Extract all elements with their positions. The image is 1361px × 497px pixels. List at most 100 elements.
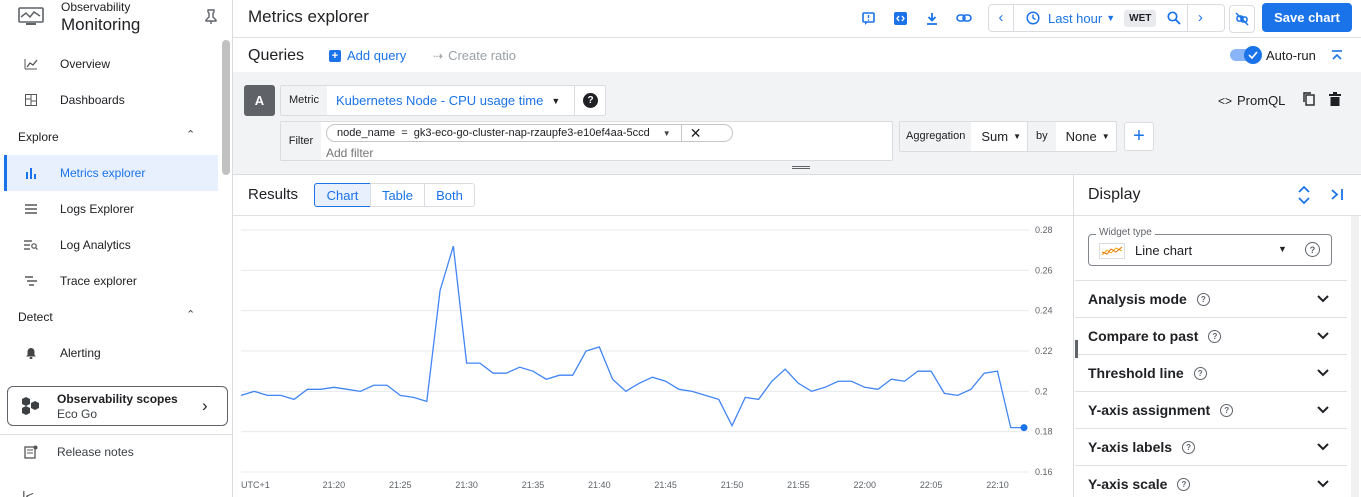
chevron-left-icon[interactable]: ‹ <box>989 5 1014 31</box>
aggregation-select[interactable]: Sum ▼ <box>981 129 1021 144</box>
widget-type-select[interactable]: Widget type Line chart ▼ ? <box>1088 227 1332 266</box>
divider <box>0 434 232 435</box>
x-tick-label: 21:55 <box>787 480 810 490</box>
add-query-button[interactable]: + Add query <box>329 48 406 63</box>
chevron-down-icon <box>1317 403 1329 417</box>
aggregation-group: Aggregation Sum ▼ by None ▼ <box>899 121 1117 152</box>
section-y-axis-assignment[interactable]: Y-axis assignment? <box>1075 392 1347 429</box>
chevron-down-icon <box>1317 329 1329 343</box>
help-outline-icon[interactable]: ? <box>1196 292 1210 306</box>
y-tick-label: 0.2 <box>1035 386 1048 396</box>
sidebar-item-log-analytics[interactable]: Log Analytics <box>4 227 218 263</box>
panel-resize-handle[interactable] <box>1075 340 1078 358</box>
display-title: Display <box>1088 186 1141 203</box>
chevron-down-icon <box>1317 366 1329 380</box>
y-tick-label: 0.18 <box>1035 427 1053 437</box>
filter-box[interactable]: Filter node_name = gk3-eco-go-cluster-na… <box>280 121 893 161</box>
filter-label: Filter <box>281 122 321 160</box>
section-y-axis-scale[interactable]: Y-axis scale? <box>1075 466 1347 497</box>
auto-run-toggle[interactable] <box>1230 46 1263 64</box>
sidebar-scrollbar[interactable] <box>222 40 230 175</box>
chip-divider <box>680 125 682 141</box>
metric-help-divider <box>574 86 575 115</box>
time-range-select[interactable]: Last hour ▼ <box>1048 11 1115 26</box>
link-icon[interactable] <box>955 9 973 27</box>
help-outline-icon[interactable]: ? <box>1208 329 1222 343</box>
bell-icon <box>24 346 38 360</box>
metric-selector[interactable]: Metric Kubernetes Node - CPU usage time … <box>280 85 606 116</box>
sidebar-item-alerting[interactable]: Alerting <box>4 335 218 371</box>
section-threshold-line[interactable]: Threshold line? <box>1075 355 1347 392</box>
query-letter-badge[interactable]: A <box>244 85 275 116</box>
zoom-icon[interactable] <box>1167 11 1182 25</box>
search-list-icon <box>24 238 38 252</box>
section-compare-to-past[interactable]: Compare to past? <box>1075 318 1347 355</box>
section-label: Threshold line <box>1088 365 1184 381</box>
delete-icon[interactable] <box>1329 92 1341 106</box>
help-outline-icon[interactable]: ? <box>1305 242 1320 257</box>
close-icon[interactable]: ✕ <box>690 125 702 142</box>
create-ratio-button[interactable]: ⇢ Create ratio <box>433 48 516 63</box>
sidebar-item-overview[interactable]: Overview <box>4 46 218 82</box>
promql-button[interactable]: <> PromQL <box>1218 93 1285 108</box>
section-analysis-mode[interactable]: Analysis mode? <box>1075 281 1347 318</box>
collapse-panel-icon[interactable] <box>1330 188 1344 201</box>
filter-chip[interactable]: node_name = gk3-eco-go-cluster-nap-rzaup… <box>326 124 733 142</box>
copy-icon[interactable] <box>1303 92 1315 106</box>
display-scrollbar[interactable] <box>1351 216 1359 497</box>
caret-down-icon: ▼ <box>551 95 561 106</box>
time-range-value: Last hour <box>1048 10 1103 26</box>
save-chart-button[interactable]: Save chart <box>1262 3 1352 32</box>
monitoring-logo-icon <box>18 7 44 27</box>
section-y-axis-labels[interactable]: Y-axis labels? <box>1075 429 1347 466</box>
add-filter-input[interactable] <box>326 145 626 161</box>
help-outline-icon[interactable]: ? <box>1182 440 1196 454</box>
release-notes-icon <box>24 445 38 459</box>
chevron-right-icon[interactable]: › <box>1187 5 1212 31</box>
section-label: Analysis mode <box>1088 291 1187 307</box>
section-label: Y-axis assignment <box>1088 402 1211 418</box>
chevron-up-icon[interactable]: ⌃ <box>186 308 195 321</box>
resize-handle[interactable] <box>792 166 810 169</box>
tab-chart[interactable]: Chart <box>314 183 371 207</box>
sidebar-item-release-notes[interactable]: Release notes <box>57 445 134 459</box>
collapse-up-icon[interactable] <box>1331 49 1343 61</box>
help-outline-icon[interactable]: ? <box>1193 366 1207 380</box>
sidebar-item-logs-explorer[interactable]: Logs Explorer <box>4 191 218 227</box>
scopes-title: Observability scopes <box>57 392 178 406</box>
link-off-icon[interactable] <box>1229 5 1255 33</box>
dashboard-icon <box>24 93 38 107</box>
tab-both[interactable]: Both <box>424 183 475 207</box>
help-icon[interactable]: ? <box>583 93 598 108</box>
results-title: Results <box>248 186 299 203</box>
y-tick-label: 0.26 <box>1035 265 1053 275</box>
series-line <box>240 245 1024 429</box>
help-outline-icon[interactable]: ? <box>1177 477 1191 491</box>
section-detect[interactable]: Detect <box>18 310 53 324</box>
caret-down-icon: ▼ <box>662 128 671 138</box>
tab-table[interactable]: Table <box>370 183 425 207</box>
sidebar-item-dashboards[interactable]: Dashboards <box>4 82 218 118</box>
embed-code-icon[interactable] <box>891 9 909 27</box>
section-explore[interactable]: Explore <box>18 130 59 144</box>
line-chart[interactable]: 0.28 0.26 0.24 0.22 0.2 0.18 0.16 UTC+1 21:20 21:… <box>233 216 1073 497</box>
y-tick-label: 0.22 <box>1035 346 1053 356</box>
download-icon[interactable] <box>923 9 941 27</box>
aggregation-label: Aggregation <box>900 122 972 151</box>
sidebar-item-metrics-explorer[interactable]: Metrics explorer <box>4 155 218 191</box>
feedback-icon[interactable] <box>859 9 877 27</box>
sidebar-item-trace-explorer[interactable]: Trace explorer <box>4 263 218 299</box>
add-aggregation-button[interactable]: + <box>1124 122 1154 151</box>
group-by-select[interactable]: None ▼ <box>1066 129 1110 144</box>
observability-scopes-card[interactable]: Observability scopes Eco Go › <box>7 386 228 426</box>
collapse-sidebar-icon[interactable]: |< <box>22 488 34 497</box>
sidebar-item-label: Dashboards <box>60 93 125 107</box>
chevron-up-icon[interactable]: ⌃ <box>186 128 195 141</box>
timezone-badge[interactable]: WET <box>1124 9 1157 27</box>
section-label: Compare to past <box>1088 328 1199 344</box>
chevron-down-icon <box>1317 477 1329 491</box>
help-outline-icon[interactable]: ? <box>1220 403 1234 417</box>
expand-vertical-icon[interactable] <box>1297 185 1311 205</box>
pin-icon[interactable] <box>204 9 218 25</box>
x-tick-label: 21:40 <box>588 480 611 490</box>
